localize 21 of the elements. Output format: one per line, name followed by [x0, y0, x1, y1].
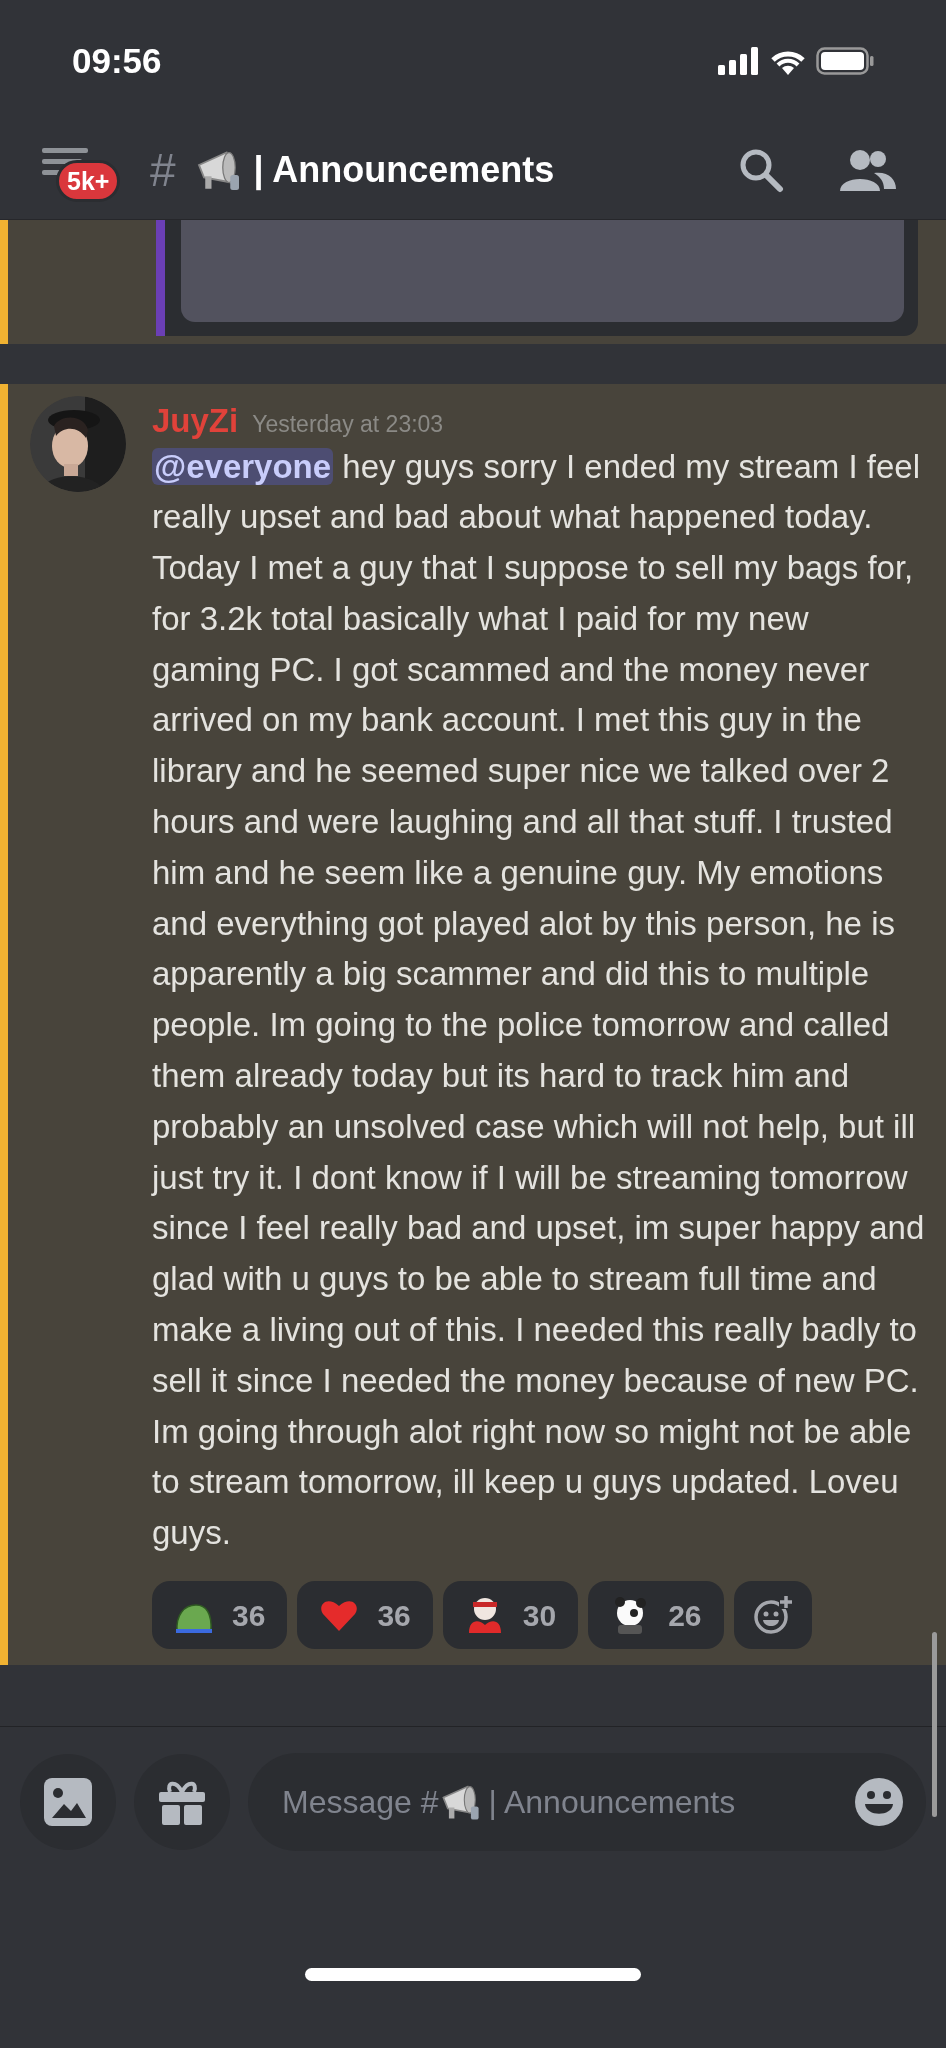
- message-timestamp: Yesterday at 23:03: [252, 410, 444, 439]
- add-reaction-button[interactable]: [733, 1581, 812, 1650]
- placeholder-channel: | Announcements: [488, 1783, 736, 1823]
- mention-link[interactable]: @everyone: [152, 447, 334, 485]
- members-icon: [840, 148, 896, 191]
- battery-icon: [816, 47, 874, 75]
- message-input[interactable]: Message # | Announcements: [248, 1753, 926, 1852]
- signal-icon: [718, 47, 760, 75]
- reaction-button[interactable]: 30: [442, 1581, 579, 1650]
- image-icon: [44, 1778, 92, 1827]
- reaction-button[interactable]: 36: [297, 1581, 433, 1650]
- emoji-icon[interactable]: [854, 1777, 904, 1828]
- unread-badge: 5k+: [56, 159, 121, 202]
- message-text: @everyone hey guys sorry I ended my stream I feel really upset and bad about what happened today. Today I met a guy that I suppose to sell my bags for, for 3.2k total basically what I paid for my new gaming PC. I got scammed and the money never arrived on my bank account. I met this guy in the library and he seemed super nice we talked over 2 hours and were laughing and all that stuff. I trusted him and he seem like a genuine guy. My emotions and everything got played alot by this person, he is apparently a big scammer and did this to multiple people. Im going to the police tomorrow and called them already today but its hard to track him and probably an unsolved case which will not help, but ill just try it. I dont know if I will be streaming tomorrow since I feel really bad and upset, im super happy and glad with u guys to be able to stream full time and make a living out of this. I needed this really badly to sell it since I needed the money because of new PC. Im going through alot right now so might not be able to stream tomorrow, ill keep u guys updated. Loveu guys.: [152, 446, 926, 1554]
- clock-time: 09:56: [72, 39, 162, 82]
- channel-name: | Announcements: [253, 147, 555, 193]
- add-reaction-icon: [752, 1595, 793, 1636]
- placeholder-text: Message #: [282, 1783, 439, 1823]
- channel-hash: #: [150, 146, 176, 193]
- reaction-button[interactable]: 26: [588, 1581, 724, 1650]
- reaction-button[interactable]: 36: [152, 1581, 288, 1650]
